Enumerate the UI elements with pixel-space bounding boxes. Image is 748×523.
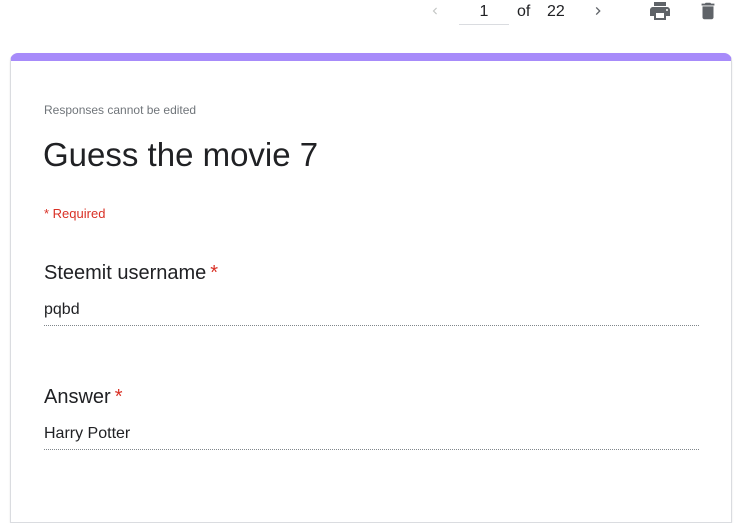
question-answer: Answer * Harry Potter <box>44 385 699 450</box>
print-icon <box>650 2 670 20</box>
edit-notice: Responses cannot be edited <box>44 103 197 117</box>
chevron-left-icon <box>432 7 437 15</box>
question-steemit-username: Steemit username * pqbd <box>44 261 699 326</box>
pager-of-label: of <box>517 3 531 20</box>
response-toolbar: of 22 <box>0 0 748 50</box>
required-asterisk: * <box>114 386 123 408</box>
form-title: Guess the movie 7 <box>43 136 319 173</box>
next-response-button[interactable] <box>586 0 610 22</box>
print-button[interactable] <box>646 0 674 22</box>
form-response-card: Responses cannot be edited Guess the mov… <box>10 53 732 523</box>
page-number-input[interactable] <box>459 0 509 25</box>
question-label: Steemit username * <box>44 262 219 284</box>
answer-value: pqbd <box>44 300 699 326</box>
required-note: * Required <box>44 206 106 221</box>
required-asterisk: * <box>210 262 219 284</box>
answer-value: Harry Potter <box>44 424 699 450</box>
previous-response-button[interactable] <box>423 0 447 22</box>
question-label: Answer * <box>44 386 123 408</box>
chevron-right-icon <box>595 7 601 15</box>
pager-total: 22 <box>547 3 565 20</box>
delete-response-button[interactable] <box>694 0 722 22</box>
trash-icon <box>701 2 715 20</box>
